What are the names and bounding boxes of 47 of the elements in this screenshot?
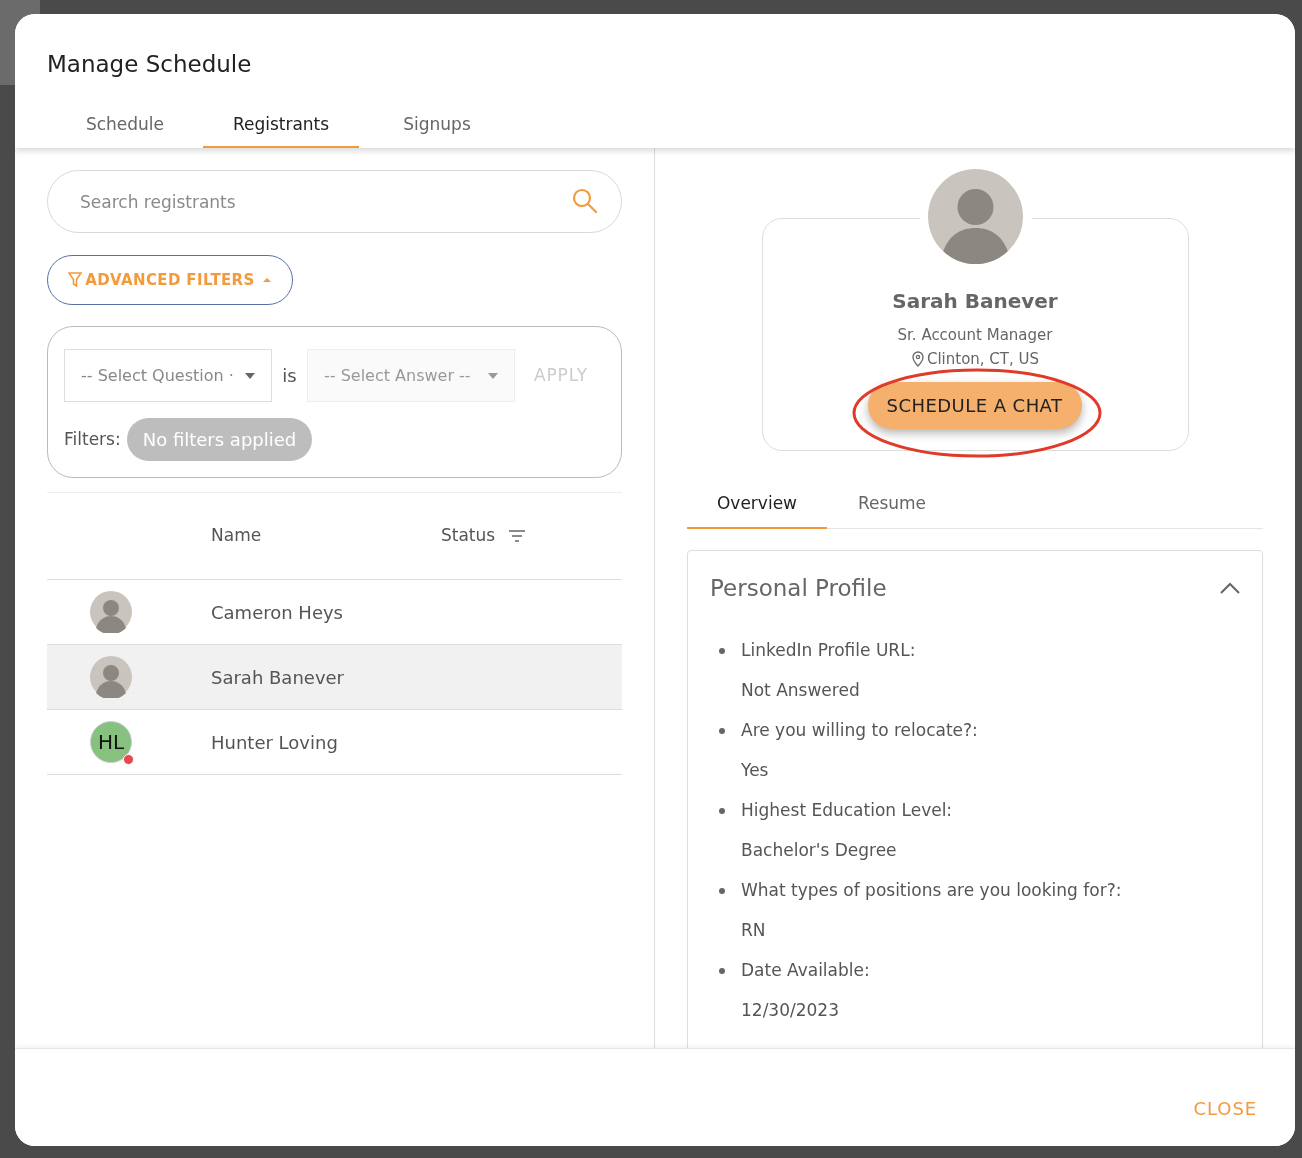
column-header[interactable]: Status <box>441 523 496 549</box>
schedule-chat-button[interactable]: SCHEDULE A CHAT <box>867 382 1082 429</box>
caret-icon <box>245 372 255 379</box>
field-label: LinkedIn Profile URL: <box>741 638 916 662</box>
registrant-name: Cameron Heys <box>211 600 343 625</box>
tab[interactable]: Registrants <box>203 104 359 148</box>
field-label: Highest Education Level: <box>741 798 953 822</box>
column-header[interactable]: Name <box>211 523 441 549</box>
field-value: Bachelor's Degree <box>740 838 898 862</box>
location-text: Clinton, CT, US <box>926 348 1040 370</box>
job-title: Sr. Account Manager <box>896 325 1054 346</box>
field-value: Yes <box>740 758 770 782</box>
filters-label: Filters: <box>64 427 121 451</box>
tab[interactable]: Overview <box>687 481 827 529</box>
tab[interactable]: Signups <box>359 104 515 148</box>
registrant-name: Sarah Banever <box>211 665 344 690</box>
funnel-icon <box>68 272 83 288</box>
filter-chip: No filters applied <box>126 418 313 461</box>
avatar <box>90 591 132 633</box>
table-row[interactable]: Sarah Banever <box>47 645 622 710</box>
field-value: RN <box>740 918 767 942</box>
profile-name: Sarah Banever <box>891 288 1059 315</box>
chevron-up-icon[interactable] <box>1220 582 1240 595</box>
search-field[interactable]: Search registrants <box>47 170 622 233</box>
caret-icon <box>488 372 498 379</box>
avatar-initials: HL <box>90 721 132 763</box>
field-label: Are you willing to relocate?: <box>741 718 978 742</box>
tab[interactable]: Schedule <box>47 104 203 148</box>
field-value: 12/30/2023 <box>740 998 840 1022</box>
filter-icon[interactable] <box>509 530 526 542</box>
location-pin-icon <box>910 350 925 367</box>
bullet-icon <box>719 807 725 814</box>
bullet-icon <box>719 727 725 734</box>
dialog-title: Manage Schedule <box>47 50 252 79</box>
section-title: Personal Profile <box>710 574 887 603</box>
field-label: What types of positions are you looking for?: <box>741 878 1122 902</box>
tab[interactable]: Resume <box>827 481 957 529</box>
bullet-icon <box>719 887 725 894</box>
registrant-name: Hunter Loving <box>211 730 338 755</box>
field-value: Not Answered <box>740 678 861 702</box>
operator-text: is <box>281 364 298 388</box>
bullet-icon <box>719 647 725 654</box>
question-select[interactable]: -- Select Question · <box>64 349 272 402</box>
search-icon[interactable] <box>572 188 598 214</box>
avatar <box>90 656 132 698</box>
field-label: Date Available: <box>741 958 870 982</box>
bullet-icon <box>719 967 725 974</box>
